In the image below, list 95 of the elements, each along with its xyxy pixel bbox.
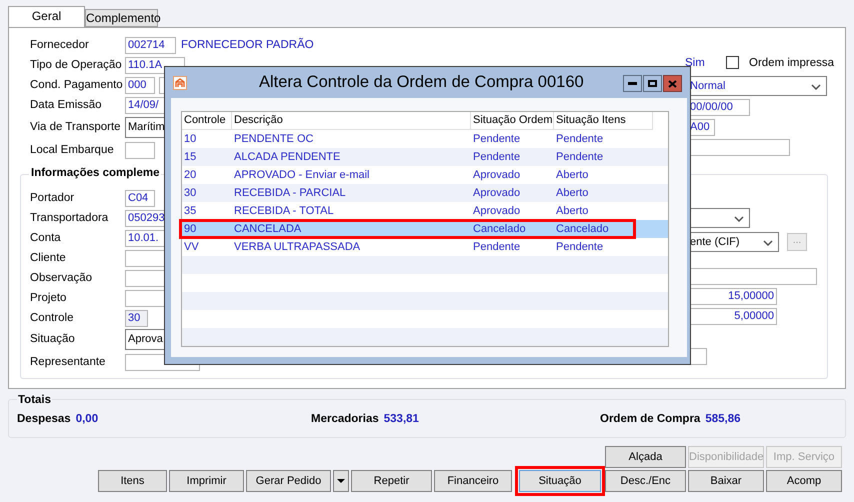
- chevron-down-icon: [811, 84, 821, 90]
- tab[interactable]: Complemento: [85, 9, 158, 27]
- field-label: Cliente: [30, 252, 67, 264]
- button[interactable]: Repetir: [351, 470, 432, 492]
- field-label: Conta: [30, 232, 62, 244]
- table-cell-text: Cancelado: [555, 222, 610, 237]
- total-value: 585,86: [705, 413, 741, 425]
- input-field[interactable]: 002714: [125, 36, 176, 54]
- total-value: 0,00: [76, 413, 98, 425]
- minimize-icon: [628, 82, 637, 85]
- column-header[interactable]: Situação Itens: [554, 112, 653, 130]
- minimize-button[interactable]: [623, 75, 642, 92]
- app-icon: [173, 76, 187, 90]
- button[interactable]: Itens: [98, 470, 167, 492]
- field-label: Local Embarque: [30, 144, 115, 156]
- field-label: Observação: [30, 272, 94, 284]
- table-cell-text: 30: [183, 186, 198, 201]
- maximize-button[interactable]: [643, 75, 662, 92]
- table-row[interactable]: 35 RECEBIDA - TOTAL Aprovado Aberto: [182, 202, 668, 220]
- table-cell-text: CANCELADA: [233, 222, 302, 237]
- close-button[interactable]: [663, 75, 682, 92]
- total-label: Despesas: [17, 413, 71, 425]
- field-label: Fornecedor: [30, 39, 90, 51]
- table-cell-text: 10: [183, 132, 198, 147]
- column-header[interactable]: Situação Ordem: [471, 112, 554, 130]
- table-row[interactable]: 20 APROVADO - Enviar e-mail Aprovado Aberto: [182, 166, 668, 184]
- field-label: Portador: [30, 192, 76, 204]
- total-value: 533,81: [384, 413, 419, 425]
- table-row[interactable]: 15 ALCADA PENDENTE Pendente Pendente: [182, 148, 668, 166]
- table-cell-text: PENDENTE OC: [233, 132, 314, 147]
- dropdown-button[interactable]: [333, 470, 349, 492]
- table-cell-text: RECEBIDA - PARCIAL: [233, 186, 347, 201]
- field-label: Situação: [30, 333, 76, 345]
- table-cell-text: Pendente: [555, 132, 604, 147]
- table-cell-text: RECEBIDA - TOTAL: [233, 204, 335, 219]
- input-field[interactable]: 000: [125, 76, 155, 94]
- table-row[interactable]: 30 RECEBIDA - PARCIAL Aprovado Aberto: [182, 184, 668, 202]
- table-cell-text: 35: [183, 204, 198, 219]
- total-label: Mercadorias: [311, 413, 379, 425]
- table-cell-text: Cancelado: [472, 222, 527, 237]
- field-label: Via de Transporte: [30, 121, 122, 133]
- field-label: Cond. Pagamento: [30, 79, 124, 91]
- table-cell-text: Pendente: [472, 240, 522, 255]
- table-cell-text: Pendente: [555, 240, 604, 255]
- field-label: Data Emissão: [30, 99, 103, 111]
- table-cell-text: Aprovado: [472, 168, 522, 183]
- table-cell-text: VERBA ULTRAPASSADA: [233, 240, 362, 255]
- table-cell-text: 90: [183, 222, 198, 237]
- input-field[interactable]: [125, 142, 155, 158]
- table-cell-text: VV: [183, 240, 200, 255]
- button[interactable]: Baixar: [688, 470, 764, 492]
- group-title: Totais: [17, 394, 52, 406]
- total-label: Ordem de Compra: [600, 413, 700, 425]
- field-label: Tipo de Operação: [30, 59, 123, 71]
- input-field: 30: [125, 310, 148, 326]
- dialog-title: Altera Controle da Ordem de Compra 00160: [259, 73, 584, 92]
- button[interactable]: Desc./Enc: [605, 470, 686, 492]
- column-header[interactable]: Descrição: [232, 112, 471, 130]
- chevron-down-icon: [734, 216, 744, 222]
- chevron-down-icon: [763, 240, 773, 246]
- column-header[interactable]: Controle: [182, 112, 232, 130]
- input-field[interactable]: C04: [125, 190, 155, 206]
- table-cell-text: Aberto: [555, 186, 590, 201]
- field-label: Transportadora: [30, 212, 110, 224]
- caret-down-icon: [337, 479, 345, 483]
- table-cell-text: 20: [183, 168, 198, 183]
- field-label: Projeto: [30, 292, 68, 304]
- table-cell-text: ALCADA PENDENTE: [233, 150, 342, 165]
- table-cell-text: Pendente: [555, 150, 604, 165]
- table-cell-text: Aprovado: [472, 186, 522, 201]
- table-row[interactable]: 10 PENDENTE OC Pendente Pendente: [182, 130, 668, 148]
- table-cell-text: Pendente: [472, 150, 522, 165]
- table-cell-text: Aprovado: [472, 204, 522, 219]
- field-value: Sim: [685, 56, 706, 68]
- checkbox[interactable]: [726, 56, 739, 69]
- button[interactable]: Acomp: [766, 470, 842, 492]
- table-cell-text: 15: [183, 150, 198, 165]
- field-label: Representante: [30, 356, 106, 368]
- button[interactable]: Alçada: [605, 446, 686, 468]
- group-title: Informações compleme: [29, 167, 162, 179]
- supplier-name: FORNECEDOR PADRÃO: [181, 39, 314, 51]
- close-icon: [668, 80, 677, 88]
- maximize-icon: [648, 80, 657, 87]
- table-cell-text: Pendente: [472, 132, 522, 147]
- tab[interactable]: Geral: [8, 6, 85, 27]
- button[interactable]: Gerar Pedido: [246, 470, 331, 492]
- button[interactable]: Financeiro: [434, 470, 512, 492]
- table-cell-text: APROVADO - Enviar e-mail: [233, 168, 370, 183]
- table-row[interactable]: 90 CANCELADA Cancelado Cancelado: [182, 220, 668, 238]
- field-label: Controle: [30, 312, 74, 324]
- table-cell-text: Aberto: [555, 204, 590, 219]
- table-cell-text: Aberto: [555, 168, 590, 183]
- table-row[interactable]: VV VERBA ULTRAPASSADA Pendente Pendente: [182, 238, 668, 256]
- checkbox-label: Ordem impressa: [749, 56, 834, 68]
- button[interactable]: Imprimir: [169, 470, 244, 492]
